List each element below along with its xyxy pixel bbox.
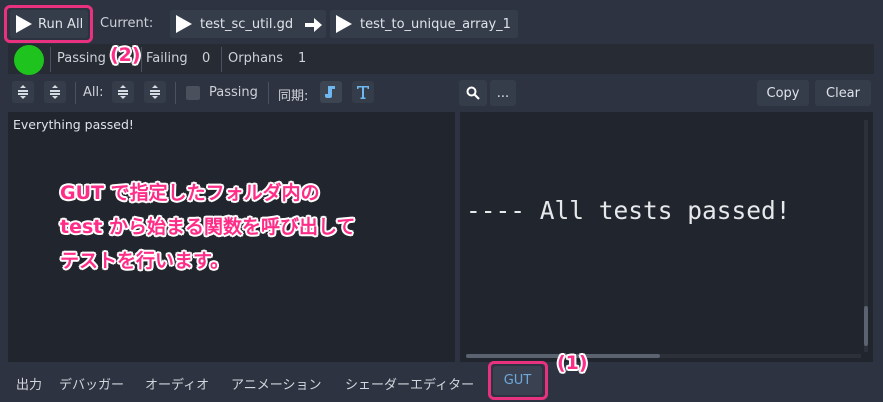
annotation-note: GUT で指定したフォルダ内の test から始まる関数を呼び出して テストを行… (60, 182, 356, 272)
passing-filter-label: Passing (209, 85, 258, 100)
copy-button[interactable]: Copy (757, 80, 809, 106)
tab-animation[interactable]: アニメーション (231, 374, 321, 393)
tab-shader-editor[interactable]: シェーダーエディター (345, 374, 474, 393)
sync-label: 同期: (278, 89, 309, 104)
current-script-label: test_sc_util.gd (200, 16, 294, 32)
current-test-label: test_to_unique_array_1 (360, 16, 511, 32)
search-icon (466, 86, 480, 100)
horizontal-scrollbar[interactable] (466, 354, 861, 358)
play-icon (176, 15, 192, 33)
more-button[interactable]: ... (490, 80, 516, 106)
expand-all-icon[interactable] (144, 81, 166, 103)
results-message: Everything passed! (13, 117, 134, 132)
current-label: Current: (100, 16, 154, 31)
gut-tab-highlight (488, 361, 548, 400)
orphans-count: 1 (298, 51, 307, 66)
orphans-label: Orphans (228, 51, 284, 66)
script-sync-icon[interactable] (320, 81, 342, 103)
current-test-button[interactable]: test_to_unique_array_1 (330, 10, 518, 38)
failing-label: Failing (146, 51, 188, 66)
search-button[interactable] (459, 80, 487, 106)
failing-count: 0 (202, 51, 211, 66)
tab-audio[interactable]: オーディオ (145, 374, 209, 393)
play-icon (336, 15, 352, 33)
unfold-toggle-icon[interactable] (44, 81, 66, 103)
all-label: All: (83, 85, 104, 100)
output-text: ---- All tests passed! (466, 196, 791, 225)
text-sync-icon[interactable] (352, 81, 374, 103)
arrow-right-icon (305, 18, 322, 32)
marker-1: (1) (557, 352, 588, 374)
run-all-highlight (4, 5, 93, 43)
passing-filter-checkbox[interactable] (186, 86, 200, 100)
fold-toggle-icon[interactable] (12, 81, 34, 103)
passing-label: Passing (57, 51, 106, 66)
collapse-all-icon[interactable] (112, 81, 134, 103)
tab-output[interactable]: 出力 (16, 374, 42, 393)
status-indicator (14, 45, 44, 75)
output-panel[interactable]: ---- All tests passed! (460, 112, 873, 362)
tab-debugger[interactable]: デバッガー (59, 374, 124, 393)
clear-button[interactable]: Clear (815, 80, 871, 106)
vertical-scrollbar[interactable] (864, 120, 868, 352)
marker-2: (2) (110, 44, 141, 66)
